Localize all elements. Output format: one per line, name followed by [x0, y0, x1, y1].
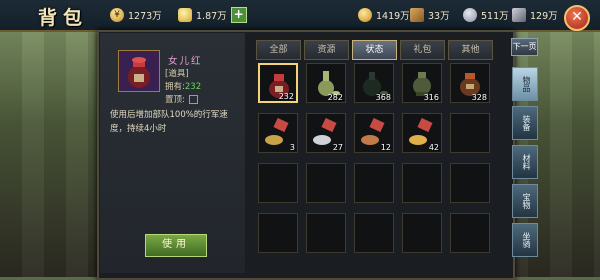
use-button[interactable]: 使用	[145, 234, 207, 257]
empty-slot[interactable]	[450, 163, 490, 203]
empty-slot[interactable]	[354, 163, 394, 203]
empty-slot[interactable]	[258, 213, 298, 253]
coin-icon: ¥	[110, 7, 124, 22]
inventory-slot[interactable]: 3	[258, 113, 298, 153]
resource-value: 129万	[530, 10, 558, 22]
resource-value: 1.87万	[196, 10, 227, 22]
stone-icon	[463, 7, 477, 22]
resource-wood: 33万	[410, 6, 450, 23]
inventory-slot[interactable]: 316	[402, 63, 442, 103]
tab-status[interactable]: 状态	[352, 40, 397, 60]
inventory-slot[interactable]: 282	[306, 63, 346, 103]
empty-slot[interactable]	[354, 213, 394, 253]
item-owned: 拥有:232	[165, 80, 201, 92]
empty-slot[interactable]	[258, 163, 298, 203]
resource-stone: 511万	[463, 6, 509, 23]
resource-coin: ¥ 1273万	[110, 6, 162, 23]
empty-slot[interactable]	[402, 163, 442, 203]
resource-grain: 1419万	[358, 6, 410, 23]
wine-jar-icon	[128, 57, 150, 88]
side-tab-equipment[interactable]: 装备	[512, 106, 538, 140]
resource-value: 33万	[428, 10, 450, 22]
empty-slot[interactable]	[306, 163, 346, 203]
add-gold-button[interactable]: +	[230, 6, 247, 23]
resource-iron: 129万	[512, 6, 558, 23]
slot-quantity: 368	[375, 93, 391, 102]
inventory-slot[interactable]: 328	[450, 63, 490, 103]
side-tab-treasures[interactable]: 宝物	[512, 184, 538, 218]
inventory-slot[interactable]: 27	[306, 113, 346, 153]
next-page-button[interactable]: 下一页	[511, 38, 538, 56]
item-description: 使用后增加部队100%的行军速度，持续4小时	[110, 110, 228, 134]
gold-ingot-icon	[178, 7, 192, 22]
resource-gold: 1.87万 +	[178, 6, 247, 23]
pin-checkbox[interactable]	[188, 94, 198, 104]
slot-quantity: 42	[428, 143, 439, 152]
resource-value: 511万	[481, 10, 509, 22]
slot-quantity: 12	[380, 143, 391, 152]
side-tab-items[interactable]: 物品	[512, 67, 538, 101]
horse-token-icon	[265, 118, 289, 145]
inventory-slot[interactable]: 232	[258, 63, 298, 103]
empty-slot[interactable]	[306, 213, 346, 253]
tab-resources[interactable]: 资源	[304, 40, 349, 60]
side-tab-mounts[interactable]: 坐骑	[512, 223, 538, 257]
wood-icon	[410, 7, 424, 22]
item-type: [道具]	[165, 69, 189, 79]
inventory-slot[interactable]: 42	[402, 113, 442, 153]
item-name: 女儿红	[168, 56, 203, 67]
tab-all[interactable]: 全部	[256, 40, 301, 60]
empty-slot[interactable]	[450, 113, 490, 153]
slot-quantity: 316	[423, 93, 439, 102]
tab-other[interactable]: 其他	[448, 40, 493, 60]
pin-label: 置顶:	[165, 95, 185, 105]
resource-value: 1273万	[128, 10, 162, 22]
tab-gifts[interactable]: 礼包	[400, 40, 445, 60]
close-button[interactable]: ✕	[564, 5, 590, 31]
selected-item-icon	[118, 50, 160, 92]
iron-icon	[512, 7, 526, 22]
slot-quantity: 328	[471, 93, 487, 102]
resource-value: 1419万	[376, 10, 410, 22]
slot-quantity: 232	[278, 92, 294, 101]
pin-row: 置顶:	[165, 93, 198, 105]
slot-quantity: 3	[289, 143, 295, 152]
window-title: 背包	[38, 7, 89, 29]
inventory-slot[interactable]: 12	[354, 113, 394, 153]
grain-icon	[358, 7, 372, 22]
owned-count: 232	[184, 82, 202, 92]
empty-slot[interactable]	[450, 213, 490, 253]
slot-quantity: 27	[332, 143, 343, 152]
inventory-slot[interactable]: 368	[354, 63, 394, 103]
top-bar: 背包 ¥ 1273万 1.87万 + 1419万 33万 511万 129万 ✕	[0, 0, 600, 32]
slot-quantity: 282	[327, 93, 343, 102]
side-tab-materials[interactable]: 材料	[512, 145, 538, 179]
owned-label: 拥有:	[165, 82, 185, 92]
empty-slot[interactable]	[402, 213, 442, 253]
